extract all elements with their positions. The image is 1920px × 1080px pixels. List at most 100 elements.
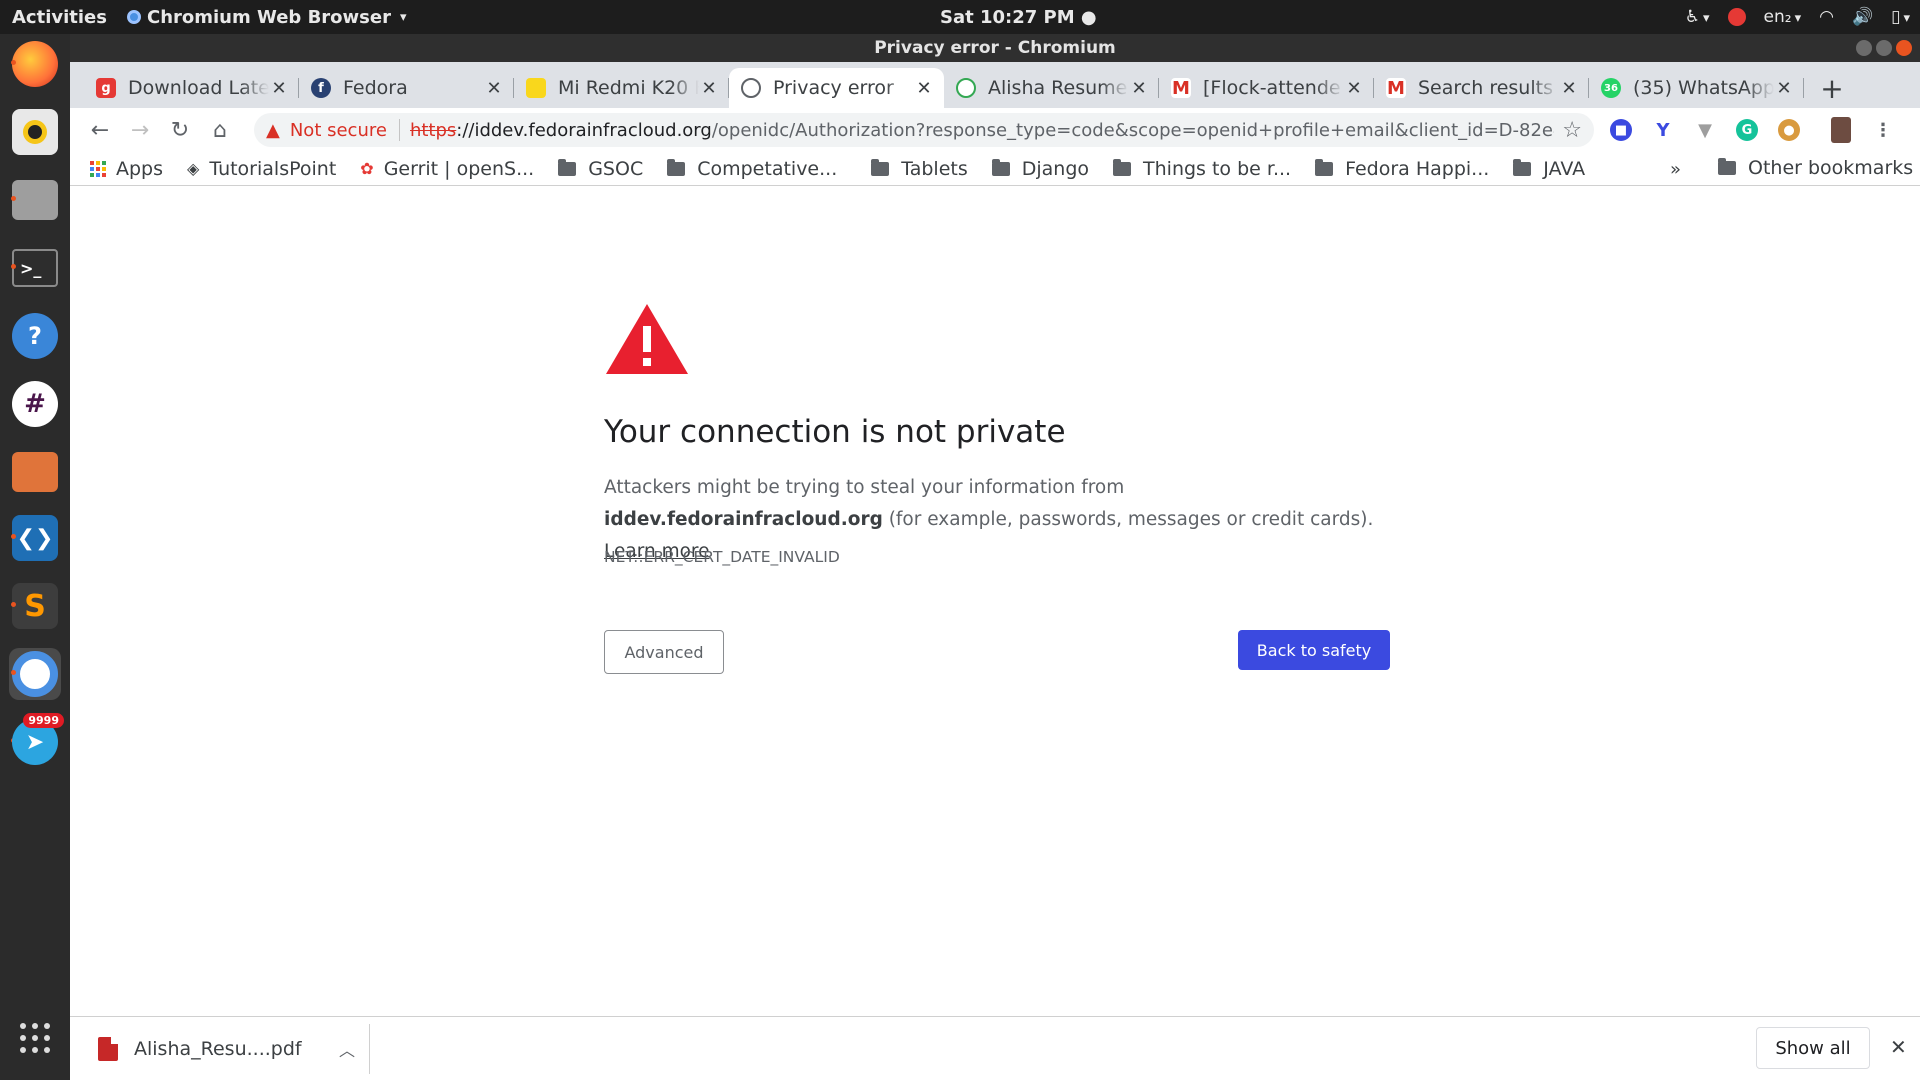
tab-close-icon[interactable]: ✕: [269, 78, 289, 99]
tab[interactable]: g Download Late ✕: [84, 68, 299, 108]
folder-icon: [1718, 158, 1736, 175]
tab-close-icon[interactable]: ✕: [914, 78, 934, 99]
maximize-button[interactable]: [1876, 40, 1892, 56]
back-to-safety-button[interactable]: Back to safety: [1238, 630, 1390, 670]
security-chip[interactable]: Not secure: [290, 120, 387, 141]
tab-favicon: f: [311, 78, 331, 98]
tab[interactable]: Mi Redmi K20 F ✕: [514, 68, 729, 108]
tab-close-icon[interactable]: ✕: [1129, 78, 1149, 99]
forward-button[interactable]: →: [120, 112, 160, 148]
tab-close-icon[interactable]: ✕: [1559, 78, 1579, 99]
menu-kebab-icon[interactable]: ⋮: [1868, 115, 1898, 145]
back-button[interactable]: ←: [80, 112, 120, 148]
files-launcher[interactable]: [9, 174, 61, 226]
telegram-launcher[interactable]: ➤ 9999: [9, 713, 64, 768]
extension-vue-devtools-icon[interactable]: ▼: [1690, 115, 1720, 145]
sublime-launcher[interactable]: S: [9, 580, 61, 632]
bookmark-folder-tablets[interactable]: Tablets: [871, 157, 968, 180]
battery-icon[interactable]: ▯: [1891, 7, 1910, 27]
new-tab-button[interactable]: +: [1812, 68, 1852, 108]
advanced-button[interactable]: Advanced: [604, 630, 724, 674]
bookmark-label: Apps: [116, 157, 164, 180]
download-item[interactable]: Alisha_Resu....pdf ︿: [70, 1023, 370, 1074]
app-menu[interactable]: Chromium Web Browser: [126, 7, 407, 28]
tab-active[interactable]: Privacy error ✕: [729, 68, 944, 108]
bookmark-star-icon[interactable]: ☆: [1562, 118, 1582, 143]
show-applications-button[interactable]: [9, 1012, 61, 1064]
close-shelf-icon[interactable]: ✕: [1890, 1035, 1907, 1059]
extension-privacy-icon[interactable]: ■: [1606, 115, 1636, 145]
firefox-icon: [12, 41, 58, 87]
clock[interactable]: Sat 10:27 PM ●: [940, 7, 1097, 28]
folder-icon: [1315, 158, 1334, 176]
bookmark-folder-things[interactable]: Things to be r...: [1113, 158, 1291, 180]
tab[interactable]: Alisha Resume ✕: [944, 68, 1159, 108]
warning-triangle-icon: [606, 304, 688, 374]
tab[interactable]: 36 (35) WhatsApp ✕: [1589, 68, 1804, 108]
tab-close-icon[interactable]: ✕: [484, 78, 504, 99]
description-host: iddev.fedorainfracloud.org: [604, 509, 883, 530]
close-window-button[interactable]: [1896, 40, 1912, 56]
bookmark-folder-competative[interactable]: Competative...: [667, 158, 837, 180]
bookmark-label: Competative...: [697, 157, 838, 180]
chromium-launcher[interactable]: [9, 648, 61, 700]
apps-grid-icon: [20, 1023, 50, 1053]
bookmark-folder-java[interactable]: JAVA: [1513, 158, 1585, 180]
terminal-launcher[interactable]: >_: [9, 242, 61, 294]
page-content: Your connection is not private Attackers…: [70, 196, 1920, 926]
gmail-icon: M: [1171, 77, 1191, 99]
speaker-icon: [12, 109, 58, 155]
keyboard-layout-indicator[interactable]: en₂: [1764, 7, 1802, 27]
ubuntu-dock: >_ ? # ❮❯ S ➤ 9999: [0, 34, 70, 1080]
rhythmbox-launcher[interactable]: [9, 106, 61, 158]
bookmark-folder-gsoc[interactable]: GSOC: [558, 158, 643, 180]
gerrit-icon: ✿: [360, 159, 374, 178]
address-bar[interactable]: ▲ Not secure https://iddev.fedorainfracl…: [254, 113, 1594, 147]
url-text[interactable]: https://iddev.fedorainfracloud.org/openi…: [410, 120, 1554, 141]
slack-icon: #: [12, 381, 58, 427]
tab[interactable]: f Fedora ✕: [299, 68, 514, 108]
bookmarks-overflow-chevron[interactable]: »: [1670, 159, 1681, 180]
error-code[interactable]: NET::ERR_CERT_DATE_INVALID: [604, 548, 840, 566]
file-cabinet-icon: [12, 180, 58, 220]
bookmark-gerrit[interactable]: ✿ Gerrit | openS...: [360, 158, 534, 180]
other-bookmarks[interactable]: Other bookmarks: [1718, 157, 1913, 179]
help-launcher[interactable]: ?: [9, 310, 61, 362]
tab-close-icon[interactable]: ✕: [1344, 78, 1364, 99]
tab-title: Privacy error: [773, 77, 894, 99]
window-titlebar[interactable]: Privacy error - Chromium: [70, 34, 1920, 62]
tab-title: Search results: [1418, 77, 1553, 99]
reload-button[interactable]: ↻: [160, 112, 200, 148]
extension-grammarly-icon[interactable]: G: [1732, 115, 1762, 145]
tab[interactable]: M Search results ✕: [1374, 68, 1589, 108]
tab[interactable]: M [Flock-attende ✕: [1159, 68, 1374, 108]
globe-icon: [741, 78, 761, 98]
extension-cookie-icon[interactable]: ●: [1774, 115, 1804, 145]
chevron-up-icon[interactable]: ︿: [339, 1037, 355, 1061]
bookmark-label: Tablets: [901, 157, 968, 180]
slack-launcher[interactable]: #: [9, 378, 61, 430]
profile-indicator-icon[interactable]: [1727, 8, 1746, 26]
firefox-launcher[interactable]: [9, 38, 61, 90]
telegram-icon: ➤ 9999: [12, 713, 64, 765]
profile-avatar[interactable]: [1826, 115, 1856, 145]
tab-close-icon[interactable]: ✕: [699, 78, 719, 99]
home-button[interactable]: ⌂: [200, 112, 240, 148]
bookmark-folder-fedora-happi[interactable]: Fedora Happi...: [1315, 158, 1489, 180]
tab-close-icon[interactable]: ✕: [1774, 78, 1794, 99]
show-all-downloads-button[interactable]: Show all: [1756, 1027, 1870, 1069]
wifi-icon[interactable]: ◠: [1819, 7, 1834, 27]
extension-vue-icon[interactable]: Y: [1648, 115, 1678, 145]
warning-triangle-icon[interactable]: ▲: [266, 120, 280, 141]
tab-strip: g Download Late ✕ f Fedora ✕ Mi Redmi K2…: [70, 62, 1920, 108]
vscode-launcher[interactable]: ❮❯: [9, 512, 61, 564]
minimize-button[interactable]: [1856, 40, 1872, 56]
bookmark-tutorialspoint[interactable]: ◈ TutorialsPoint: [187, 158, 336, 180]
accessibility-icon[interactable]: ♿: [1685, 7, 1710, 27]
volume-icon[interactable]: 🔊: [1852, 7, 1873, 27]
bookmark-apps[interactable]: Apps: [90, 158, 163, 180]
activities-button[interactable]: Activities: [12, 7, 107, 28]
font-manager-launcher[interactable]: [9, 446, 61, 498]
bookmark-label: Other bookmarks: [1748, 157, 1914, 179]
bookmark-folder-django[interactable]: Django: [991, 158, 1089, 180]
